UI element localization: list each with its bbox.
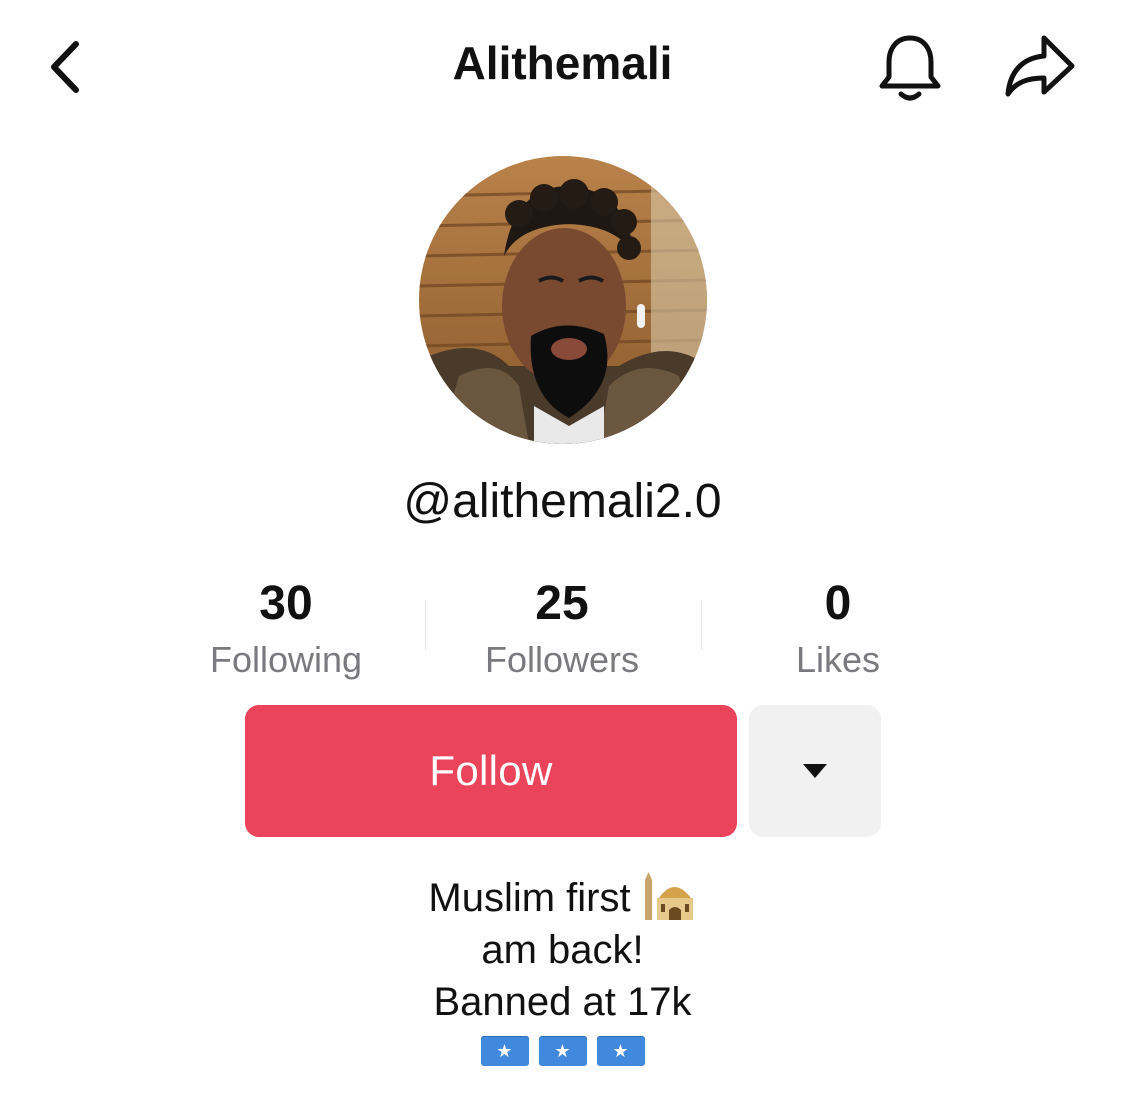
stat-following[interactable]: 30 Following <box>156 575 416 687</box>
followers-count: 25 <box>535 577 589 630</box>
caret-down-icon <box>803 764 827 778</box>
share-button[interactable] <box>1000 30 1080 106</box>
somalia-flag-icon: ★ <box>480 1036 529 1066</box>
share-arrow-icon <box>1005 35 1075 97</box>
bio-line-1: Muslim first <box>428 876 631 920</box>
likes-label: Likes <box>795 639 881 680</box>
following-count: 30 <box>259 577 313 630</box>
likes-count: 0 <box>824 577 852 630</box>
avatar[interactable] <box>419 156 707 444</box>
mosque-emoji-icon <box>644 872 693 920</box>
bio: Muslim first am back! Banned at 17k ★ ★ … <box>0 872 1125 1066</box>
suggested-accounts-button[interactable] <box>749 705 881 837</box>
followers-label: Followers <box>484 639 640 680</box>
stat-divider <box>425 600 426 650</box>
somalia-flag-icon: ★ <box>538 1036 587 1066</box>
notification-bell-button[interactable] <box>872 30 948 106</box>
bell-icon <box>879 35 941 101</box>
username: @alithemali2.0 <box>403 475 722 528</box>
profile-photo <box>419 156 707 444</box>
page-title: Alithemali <box>452 37 673 89</box>
bio-line-2: am back! <box>481 928 644 972</box>
stat-likes[interactable]: 0 Likes <box>708 575 968 687</box>
somalia-flag-icon: ★ <box>596 1036 645 1066</box>
follow-button[interactable]: Follow <box>245 705 737 837</box>
bio-flags: ★ ★ ★ <box>0 1036 1125 1066</box>
stat-followers[interactable]: 25 Followers <box>432 575 692 687</box>
following-label: Following <box>209 639 363 680</box>
bio-line-3: Banned at 17k <box>433 980 692 1024</box>
stat-divider <box>701 600 702 650</box>
